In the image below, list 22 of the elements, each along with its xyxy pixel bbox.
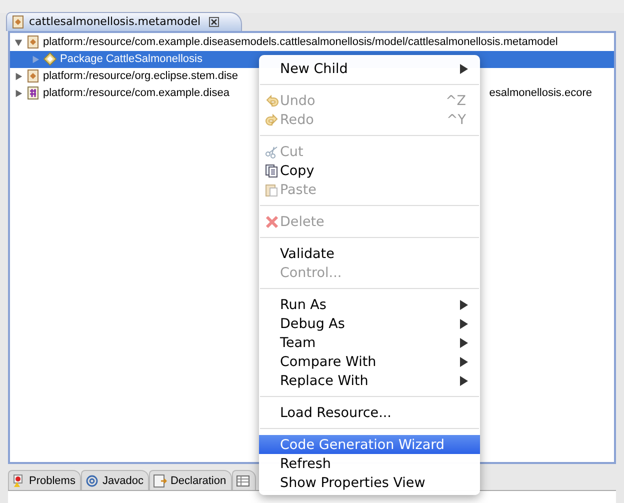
menu-item[interactable]: Run As bbox=[259, 295, 480, 314]
tree-item-label[interactable]: Package CattleSalmonellosis bbox=[60, 53, 202, 66]
menu-item[interactable]: Copy bbox=[259, 161, 480, 180]
menu-item[interactable]: Debug As bbox=[259, 314, 480, 333]
menu-item[interactable]: Replace With bbox=[259, 371, 480, 390]
view-tab[interactable]: Declaration bbox=[149, 470, 232, 490]
menu-item[interactable]: Validate bbox=[259, 244, 480, 263]
view-tab[interactable]: Problems bbox=[8, 470, 82, 490]
menu-item[interactable]: New Child bbox=[259, 59, 480, 78]
tree-item-label[interactable]: platform:/resource/com.example.disea bbox=[43, 87, 230, 100]
view-tab[interactable]: Javadoc bbox=[81, 470, 150, 490]
editor-tab-title: cattlesalmonellosis.metamodel bbox=[29, 15, 201, 28]
menu-item[interactable]: Code Generation Wizard bbox=[259, 435, 480, 454]
tree-item-label[interactable]: platform:/resource/com.example.diseasemodels.cattlesalmonellosis/model/cattlesalmonellosis.metamodel bbox=[43, 36, 558, 48]
menu-item[interactable]: Compare With bbox=[259, 352, 480, 371]
menu-item[interactable]: Refresh bbox=[259, 454, 480, 473]
menu-item[interactable]: Team bbox=[259, 333, 480, 352]
tree-item-label[interactable]: platform:/resource/org.eclipse.stem.dise bbox=[43, 70, 238, 82]
menu-item[interactable]: Load Resource... bbox=[259, 403, 480, 422]
tree-item-label: esalmonellosis.ecore bbox=[489, 87, 593, 100]
menu-item[interactable]: Show Properties View bbox=[259, 473, 480, 492]
editor-tab[interactable]: cattlesalmonellosis.metamodel bbox=[6, 12, 242, 31]
